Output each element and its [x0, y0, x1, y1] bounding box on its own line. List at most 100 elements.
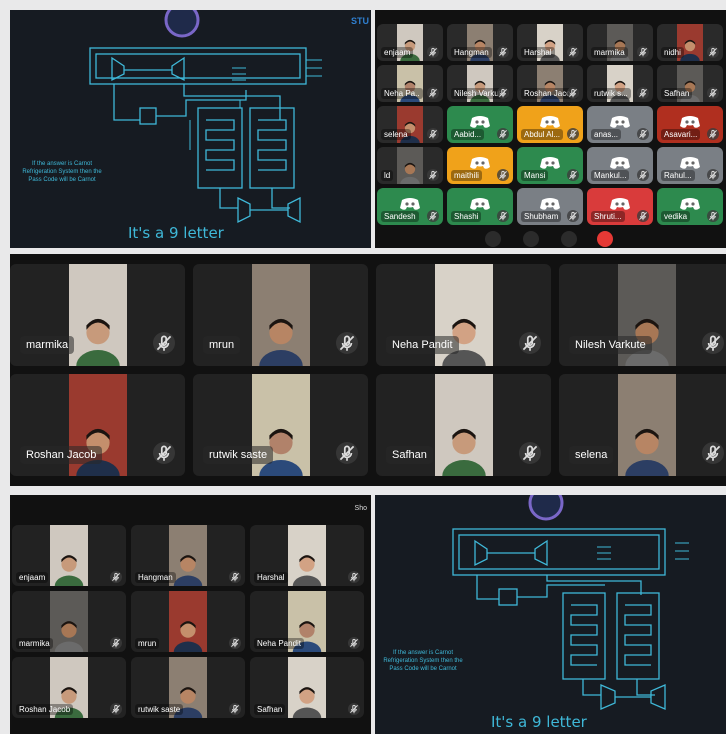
screen-share-button[interactable] [523, 231, 539, 247]
participant-video [50, 591, 88, 652]
participant-tile[interactable]: Harshal [517, 24, 583, 61]
mic-muted-icon [497, 128, 509, 140]
participant-tile[interactable]: Nilesh Varkute [559, 264, 726, 366]
participant-tile[interactable]: Hangman [131, 525, 245, 586]
participant-tile[interactable]: Shubham [517, 188, 583, 225]
participant-tile[interactable]: selena [377, 106, 443, 143]
participant-grid: enjaam Hangman Harshal marmika mrun Neha… [12, 525, 367, 725]
meeting-grid-bottom-left: Sho enjaam Hangman Harshal marmika mrun … [10, 495, 371, 734]
participant-tile[interactable]: Roshan Jacob [12, 657, 126, 718]
participant-grid: enjaam Hangman Harshal marmika nidhi Neh… [377, 24, 726, 228]
mic-muted-icon [497, 210, 509, 222]
participant-tile[interactable]: Aabid... [447, 106, 513, 143]
participant-name: mrun [135, 638, 160, 649]
participant-name: mrun [203, 336, 241, 354]
participant-name: Roshan Jacob [16, 704, 74, 715]
participant-tile[interactable]: marmika [10, 264, 185, 366]
mic-button[interactable] [561, 231, 577, 247]
camera-button[interactable] [485, 231, 501, 247]
participant-name: Aabid... [451, 129, 485, 140]
participant-tile[interactable]: mrun [131, 591, 245, 652]
participant-tile[interactable]: Sandesh [377, 188, 443, 225]
mic-muted-icon [567, 128, 579, 140]
mic-muted-icon [110, 571, 122, 583]
mic-muted-icon [229, 571, 241, 583]
participant-tile[interactable]: Safhan [376, 374, 551, 476]
mic-muted-icon [707, 128, 719, 140]
participant-video [617, 374, 676, 476]
refrigeration-diagram [452, 495, 689, 710]
participant-name: rutwik saste [203, 446, 274, 464]
participant-tile[interactable]: rutwik saste [131, 657, 245, 718]
participant-tile[interactable]: selena [559, 374, 726, 476]
slide-caption: It's a 9 letter [128, 224, 224, 242]
participant-name: Neha Pandit [254, 638, 305, 649]
participant-name: Shashi [451, 211, 482, 222]
participant-tile[interactable]: Shruti... [587, 188, 653, 225]
participant-tile[interactable]: Safhan [657, 65, 723, 102]
participant-video [251, 264, 310, 366]
participant-name: marmika [16, 638, 53, 649]
participant-name: Shruti... [591, 211, 625, 222]
participant-tile[interactable]: Safhan [250, 657, 364, 718]
participant-tile[interactable]: maithili [447, 147, 513, 184]
participant-tile[interactable]: marmika [12, 591, 126, 652]
participant-tile[interactable]: Nilesh Varkute [447, 65, 513, 102]
mic-muted-icon [637, 87, 649, 99]
mic-muted-icon [336, 442, 358, 464]
participant-name: enjaam [16, 572, 49, 583]
participant-tile[interactable]: Rahul... [657, 147, 723, 184]
participant-tile[interactable]: enjaam [12, 525, 126, 586]
participant-tile[interactable]: mrun [193, 264, 368, 366]
participant-tile[interactable]: enjaam [377, 24, 443, 61]
participant-name: Abdul Al... [521, 129, 564, 140]
participant-tile[interactable]: Shashi [447, 188, 513, 225]
participant-video [169, 591, 207, 652]
participant-tile[interactable]: Neha Pandit [250, 591, 364, 652]
participant-tile[interactable]: marmika [587, 24, 653, 61]
participant-name: Asavari... [661, 129, 701, 140]
mic-muted-icon [519, 332, 541, 354]
end-call-button[interactable] [597, 231, 613, 247]
mic-muted-icon [153, 442, 175, 464]
participant-name: Harshal [521, 47, 555, 58]
participant-tile[interactable]: Neha Pandit [376, 264, 551, 366]
participant-name: Neha Pandit [386, 336, 459, 354]
participant-tile[interactable]: Asavari... [657, 106, 723, 143]
participant-tile[interactable]: anas... [587, 106, 653, 143]
participant-tile[interactable]: Harshal [250, 525, 364, 586]
participant-tile[interactable]: vedika [657, 188, 723, 225]
participant-tile[interactable]: nidhi [657, 24, 723, 61]
participant-tile[interactable]: Neha Pa.. [377, 65, 443, 102]
mic-muted-icon [567, 46, 579, 58]
participant-tile[interactable]: ld [377, 147, 443, 184]
participant-tile[interactable]: rutwik s... [587, 65, 653, 102]
participant-tile[interactable]: rutwik saste [193, 374, 368, 476]
participant-tile[interactable]: Abdul Al... [517, 106, 583, 143]
participant-tile[interactable]: Roshan Jacob [10, 374, 185, 476]
mic-muted-icon [427, 128, 439, 140]
participant-tile[interactable]: Roshan Jacob [517, 65, 583, 102]
participant-tile[interactable]: Mansi [517, 147, 583, 184]
participant-name: Nilesh Varkute [569, 336, 652, 354]
mic-muted-icon [702, 332, 724, 354]
mic-muted-icon [427, 210, 439, 222]
mic-muted-icon [497, 46, 509, 58]
participant-name: Roshan Jacob [20, 446, 103, 464]
participant-video [397, 147, 423, 184]
mic-muted-icon [427, 87, 439, 99]
participant-tile[interactable]: Hangman [447, 24, 513, 61]
mic-muted-icon [348, 703, 360, 715]
mic-muted-icon [110, 637, 122, 649]
participant-tile[interactable]: Mankul... [587, 147, 653, 184]
participant-name: Hangman [451, 47, 492, 58]
participant-name: Sandesh [381, 211, 419, 222]
mic-muted-icon [637, 46, 649, 58]
participant-name: Hangman [135, 572, 176, 583]
mic-muted-icon [348, 637, 360, 649]
mic-muted-icon [497, 87, 509, 99]
participant-name: vedika [661, 211, 691, 222]
participant-name: Shubham [521, 211, 562, 222]
participant-name: marmika [591, 47, 628, 58]
mic-muted-icon [637, 169, 649, 181]
